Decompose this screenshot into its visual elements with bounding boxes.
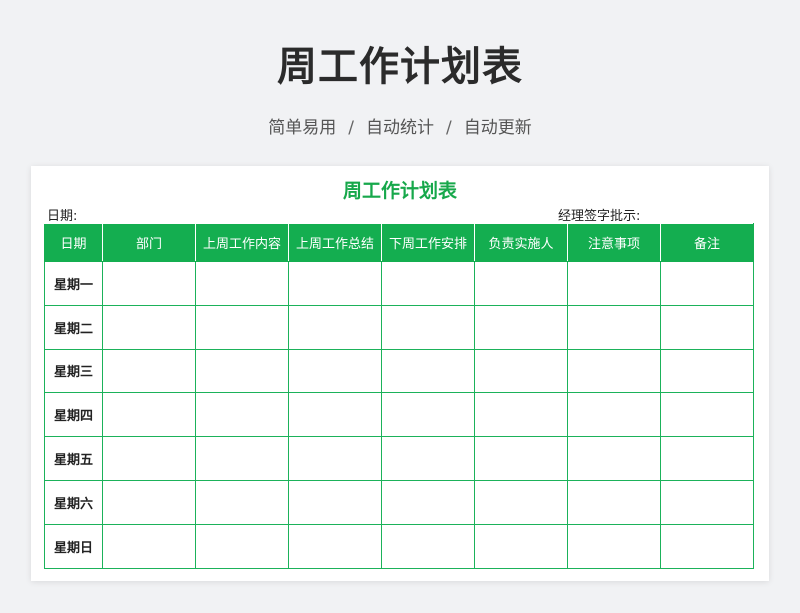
table-cell[interactable]	[102, 479, 196, 525]
table-cell[interactable]	[102, 392, 196, 438]
subtitle-separator: /	[348, 118, 354, 138]
table-cell[interactable]	[381, 261, 475, 306]
table-cell[interactable]	[660, 348, 754, 394]
subtitle-separator: /	[446, 118, 452, 138]
table-cell[interactable]	[381, 436, 475, 481]
table-cell[interactable]	[474, 261, 568, 306]
column-header-last-week-summary: 上周工作总结	[288, 223, 382, 262]
plan-table: 日期 部门 上周工作内容 上周工作总结 下周工作安排 负责实施人 注意事项 备注…	[44, 223, 754, 569]
table-cell[interactable]	[288, 392, 382, 438]
table-cell[interactable]	[474, 392, 568, 438]
table-cell[interactable]	[567, 261, 661, 306]
page-title: 周工作计划表	[277, 44, 523, 90]
table-cell[interactable]	[288, 348, 382, 394]
table-cell[interactable]	[474, 348, 568, 394]
day-cell: 星期日	[44, 523, 103, 569]
day-cell: 星期二	[44, 304, 103, 350]
column-header-responsible-person: 负责实施人	[474, 223, 568, 262]
approval-label: 经理签字批示:	[558, 209, 641, 224]
table-cell[interactable]	[195, 392, 289, 438]
day-cell: 星期五	[44, 436, 103, 481]
table-cell[interactable]	[660, 479, 754, 525]
table-cell[interactable]	[102, 436, 196, 481]
subtitle-item: 简单易用	[268, 118, 337, 138]
column-header-next-week-plan: 下周工作安排	[381, 223, 475, 262]
column-header-department: 部门	[102, 223, 196, 262]
table-cell[interactable]	[660, 436, 754, 481]
table-cell[interactable]	[195, 348, 289, 394]
table-body: 星期一 星期二 星期三 星期四 星期五 星期六 星期日	[44, 261, 754, 569]
table-cell[interactable]	[381, 348, 475, 394]
table-row: 星期五	[44, 436, 754, 481]
table-cell[interactable]	[195, 479, 289, 525]
table-cell[interactable]	[288, 304, 382, 350]
table-row: 星期二	[44, 304, 754, 350]
table-row: 星期三	[44, 348, 754, 394]
sheet-title: 周工作计划表	[342, 180, 457, 202]
subtitle-item: 自动更新	[463, 118, 532, 138]
table-cell[interactable]	[288, 261, 382, 306]
table-cell[interactable]	[102, 523, 196, 569]
table-cell[interactable]	[381, 523, 475, 569]
table-cell[interactable]	[195, 261, 289, 306]
table-cell[interactable]	[660, 261, 754, 306]
table-cell[interactable]	[102, 261, 196, 306]
day-cell: 星期四	[44, 392, 103, 438]
table-cell[interactable]	[567, 523, 661, 569]
subtitle: 简单易用 / 自动统计 / 自动更新	[0, 113, 800, 138]
table-cell[interactable]	[288, 523, 382, 569]
date-label: 日期:	[47, 209, 78, 224]
table-cell[interactable]	[474, 479, 568, 525]
column-header-notes: 注意事项	[567, 223, 661, 262]
table-header-row: 日期 部门 上周工作内容 上周工作总结 下周工作安排 负责实施人 注意事项 备注	[44, 223, 754, 262]
table-cell[interactable]	[195, 436, 289, 481]
table-cell[interactable]	[288, 479, 382, 525]
column-header-last-week-content: 上周工作内容	[195, 223, 289, 262]
table-cell[interactable]	[195, 523, 289, 569]
table-row: 星期六	[44, 479, 754, 525]
table-row: 星期日	[44, 523, 754, 569]
table-cell[interactable]	[474, 436, 568, 481]
column-header-remarks: 备注	[660, 223, 754, 262]
worksheet: 周工作计划表 日期: 经理签字批示: 日期 部门 上周工作内容 上周工作总结 下…	[31, 166, 769, 581]
table-cell[interactable]	[381, 392, 475, 438]
table-cell[interactable]	[660, 304, 754, 350]
table-cell[interactable]	[195, 304, 289, 350]
table-row: 星期四	[44, 392, 754, 438]
table-cell[interactable]	[567, 304, 661, 350]
day-cell: 星期六	[44, 479, 103, 525]
table-cell[interactable]	[381, 479, 475, 525]
table-cell[interactable]	[567, 392, 661, 438]
column-header-date: 日期	[44, 223, 103, 262]
table-cell[interactable]	[660, 392, 754, 438]
table-cell[interactable]	[474, 304, 568, 350]
table-cell[interactable]	[660, 523, 754, 569]
day-cell: 星期一	[44, 261, 103, 306]
table-row: 星期一	[44, 261, 754, 306]
table-cell[interactable]	[567, 479, 661, 525]
table-cell[interactable]	[567, 348, 661, 394]
table-cell[interactable]	[288, 436, 382, 481]
table-cell[interactable]	[567, 436, 661, 481]
day-cell: 星期三	[44, 348, 103, 394]
table-cell[interactable]	[102, 348, 196, 394]
table-cell[interactable]	[381, 304, 475, 350]
subtitle-item: 自动统计	[366, 118, 434, 138]
table-cell[interactable]	[102, 304, 196, 350]
table-cell[interactable]	[474, 523, 568, 569]
